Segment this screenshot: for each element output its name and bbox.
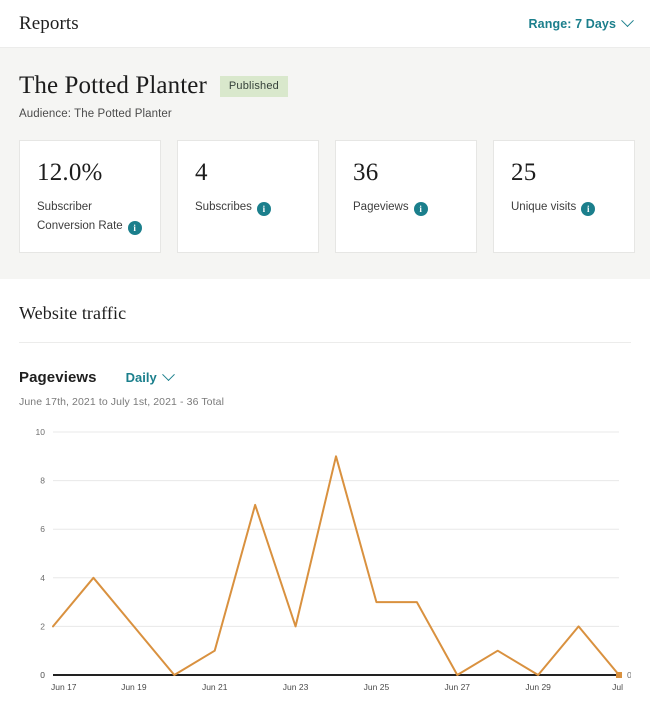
chart-last-point-marker [616, 672, 622, 678]
x-axis-tick-label: Jun 17 [51, 682, 77, 692]
stat-card-value: 4 [195, 160, 304, 185]
info-icon[interactable]: i [414, 202, 428, 216]
stat-card-label-text: Subscriber Conversion Rate [37, 201, 123, 232]
chart-header: Pageviews Daily [19, 369, 631, 386]
chevron-down-icon [621, 14, 634, 27]
divider [19, 342, 631, 343]
top-bar: Reports Range: 7 Days [0, 0, 650, 48]
pageviews-line-chart: 024681000Jun 17Jun 19Jun 21Jun 23Jun 25J… [19, 420, 631, 700]
stat-card-value: 12.0% [37, 160, 146, 185]
stat-card-list: 12.0% Subscriber Conversion Rate i 4 Subs… [19, 140, 635, 253]
stat-card-value: 25 [511, 160, 620, 185]
axis-end-right-label: 0 [627, 670, 631, 680]
range-dropdown[interactable]: Range: 7 Days [529, 17, 632, 31]
frequency-dropdown[interactable]: Daily [126, 370, 173, 385]
frequency-dropdown-label: Daily [126, 370, 157, 385]
section-heading: Website traffic [19, 303, 631, 324]
y-axis-tick-label: 10 [36, 427, 46, 437]
stat-card-label: Subscriber Conversion Rate i [37, 198, 146, 236]
chart-title: Pageviews [19, 369, 97, 386]
axis-end-left-label: 0 [40, 670, 45, 680]
x-axis-tick-label: Jun 21 [202, 682, 228, 692]
stat-card: 25 Unique visits i [493, 140, 635, 253]
y-axis-tick-label: 8 [40, 476, 45, 486]
x-axis-tick-label: Jun 27 [445, 682, 471, 692]
info-icon[interactable]: i [581, 202, 595, 216]
x-axis-tick-label: Jun 25 [364, 682, 390, 692]
x-axis-tick-label: Jul [612, 682, 623, 692]
stat-card-label: Subscribes i [195, 198, 304, 217]
y-axis-tick-label: 4 [40, 573, 45, 583]
website-traffic-section: Website traffic Pageviews Daily June 17t… [0, 279, 650, 700]
stat-card-label-text: Pageviews [353, 201, 409, 213]
page-title: Reports [19, 13, 79, 35]
stat-card-label: Pageviews i [353, 198, 462, 217]
stat-card-label: Unique visits i [511, 198, 620, 217]
report-title-row: The Potted Planter Published [19, 72, 635, 100]
x-axis-tick-label: Jun 19 [121, 682, 147, 692]
y-axis-tick-label: 6 [40, 524, 45, 534]
x-axis-tick-label: Jun 29 [525, 682, 551, 692]
stat-card-label-text: Subscribes [195, 201, 252, 213]
stat-card: 36 Pageviews i [335, 140, 477, 253]
stat-card-label-text: Unique visits [511, 201, 576, 213]
info-icon[interactable]: i [128, 221, 142, 235]
stat-card: 12.0% Subscriber Conversion Rate i [19, 140, 161, 253]
chart-series-line [53, 456, 619, 675]
summary-panel: The Potted Planter Published Audience: T… [0, 48, 650, 279]
reports-page: Reports Range: 7 Days The Potted Planter… [0, 0, 650, 720]
chevron-down-icon [162, 368, 175, 381]
audience-label: Audience: The Potted Planter [19, 108, 635, 120]
status-badge: Published [220, 76, 288, 97]
pageviews-chart: 024681000Jun 17Jun 19Jun 21Jun 23Jun 25J… [19, 420, 631, 700]
x-axis-tick-label: Jun 23 [283, 682, 309, 692]
range-dropdown-label: Range: 7 Days [529, 17, 616, 31]
info-icon[interactable]: i [257, 202, 271, 216]
report-title: The Potted Planter [19, 72, 207, 100]
chart-subtitle: June 17th, 2021 to July 1st, 2021 - 36 T… [19, 396, 631, 408]
stat-card: 4 Subscribes i [177, 140, 319, 253]
stat-card-value: 36 [353, 160, 462, 185]
y-axis-tick-label: 2 [40, 621, 45, 631]
